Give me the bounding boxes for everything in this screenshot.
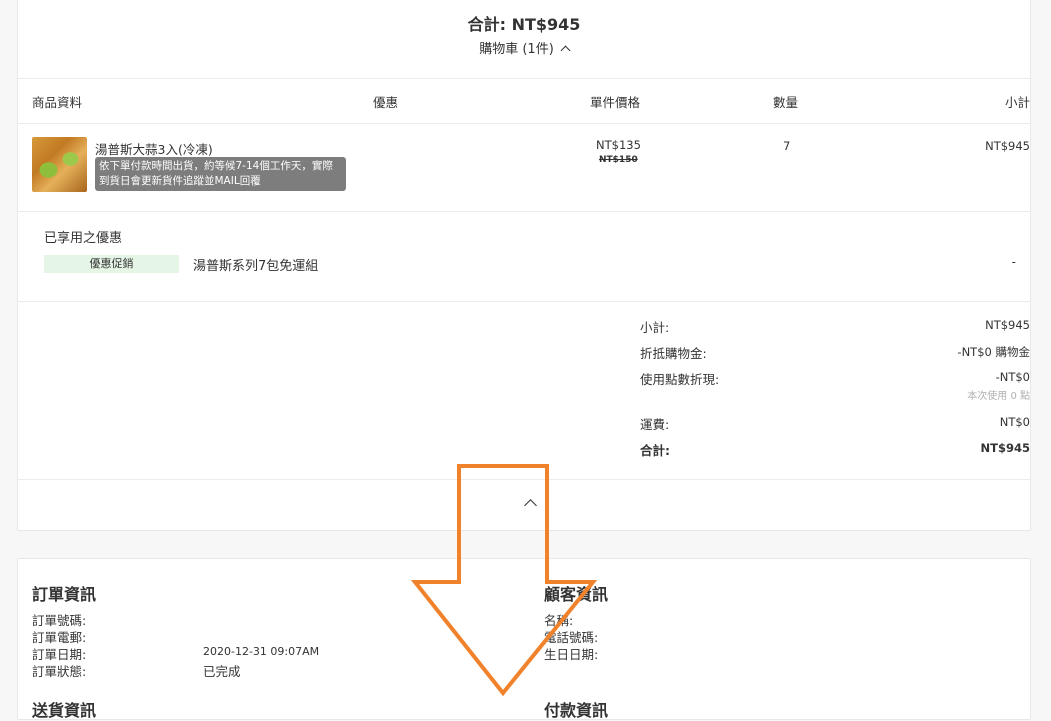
original-price: NT$150 bbox=[599, 155, 638, 165]
quantity: 7 bbox=[783, 139, 791, 153]
header-unit-price: 單件價格 bbox=[590, 95, 641, 110]
summary-subtotal-value: NT$945 bbox=[985, 318, 1030, 332]
summary-subtotal-label: 小計: bbox=[640, 320, 670, 335]
chevron-up-icon[interactable] bbox=[524, 499, 537, 512]
order-info-title: 訂單資訊 bbox=[32, 585, 97, 604]
payment-info-title: 付款資訊 bbox=[544, 701, 609, 720]
summary-shipping-label: 運費: bbox=[640, 417, 670, 432]
divider bbox=[18, 123, 1030, 124]
header-subtotal: 小計 bbox=[1004, 95, 1030, 110]
header-quantity: 數量 bbox=[773, 95, 799, 110]
customer-birthday-label: 生日日期: bbox=[544, 647, 599, 662]
customer-info-title: 顧客資訊 bbox=[544, 585, 609, 604]
summary-shipping-value: NT$0 bbox=[999, 415, 1030, 429]
cart-toggle[interactable]: 購物車 (1件) bbox=[18, 38, 1030, 57]
cart-toggle-label: 購物車 (1件) bbox=[479, 42, 554, 57]
divider bbox=[18, 301, 1030, 302]
order-status-label: 訂單狀態: bbox=[32, 664, 87, 679]
order-status-value: 已完成 bbox=[203, 664, 241, 679]
summary-total-value: NT$945 bbox=[980, 441, 1030, 455]
summary-credit-label: 折抵購物金: bbox=[640, 346, 707, 361]
order-total-heading: 合計: NT$945 bbox=[18, 11, 1030, 35]
promo-badge: 優惠促銷 bbox=[44, 255, 179, 273]
order-date-value: 2020-12-31 09:07AM bbox=[203, 645, 320, 658]
header-discount: 優惠 bbox=[373, 95, 399, 110]
product-name[interactable]: 湯普斯大蒜3入(冷凍) bbox=[95, 139, 213, 158]
product-thumbnail[interactable] bbox=[32, 137, 87, 192]
summary-credit-value: -NT$0 購物金 bbox=[957, 345, 1030, 359]
summary-total-label: 合計: bbox=[640, 443, 670, 458]
promo-name: 湯普斯系列7包免運組 bbox=[193, 259, 319, 274]
order-total-label: 合計: bbox=[467, 15, 506, 34]
summary-points-note: 本次使用 0 點 bbox=[967, 391, 1030, 402]
info-card: 訂單資訊 訂單號碼: 訂單電郵: 訂單日期: 2020-12-31 09:07A… bbox=[17, 558, 1031, 720]
divider bbox=[18, 211, 1030, 212]
unit-price: NT$135 bbox=[596, 138, 641, 152]
chevron-up-icon bbox=[560, 45, 571, 56]
summary-points-label: 使用點數折現: bbox=[640, 372, 720, 387]
divider bbox=[18, 78, 1030, 79]
promo-amount: - bbox=[1011, 255, 1016, 269]
promotions-title: 已享用之優惠 bbox=[44, 231, 123, 246]
row-subtotal: NT$945 bbox=[985, 139, 1030, 153]
cart-card: 合計: NT$945 購物車 (1件) 商品資料 優惠 單件價格 數量 小計 湯… bbox=[17, 0, 1031, 531]
summary-points-value: -NT$0 bbox=[995, 370, 1030, 384]
divider bbox=[18, 479, 1030, 480]
header-product: 商品資料 bbox=[32, 95, 83, 110]
order-total-value: NT$945 bbox=[511, 15, 581, 34]
product-note: 依下單付款時間出貨，約等候7-14個工作天，實際到貨日會更新貨件追蹤並MAIL回… bbox=[95, 157, 346, 191]
shipping-info-title: 送貨資訊 bbox=[32, 701, 97, 720]
